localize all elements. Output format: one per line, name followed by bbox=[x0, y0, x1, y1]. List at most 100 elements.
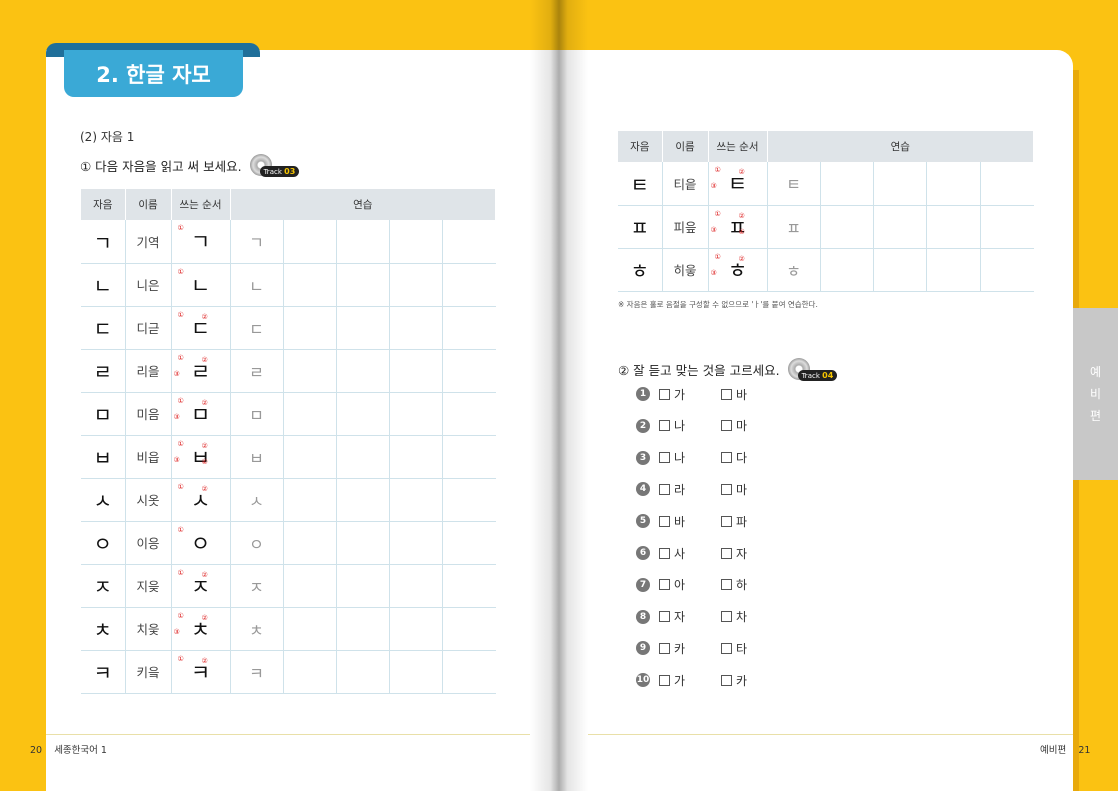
checkbox[interactable] bbox=[721, 515, 732, 527]
practice-cell[interactable] bbox=[283, 435, 337, 479]
practice-cell[interactable] bbox=[283, 564, 337, 608]
practice-cell[interactable] bbox=[873, 162, 928, 206]
practice-cell[interactable] bbox=[389, 263, 443, 307]
practice-cell[interactable] bbox=[442, 564, 496, 608]
practice-cell[interactable] bbox=[442, 478, 496, 522]
practice-cell[interactable] bbox=[389, 564, 443, 608]
practice-cell[interactable] bbox=[442, 650, 496, 694]
practice-cell[interactable] bbox=[283, 650, 337, 694]
practice-cell[interactable] bbox=[336, 392, 390, 436]
practice-cell[interactable] bbox=[442, 306, 496, 350]
quiz-option[interactable]: 차 bbox=[721, 608, 747, 625]
practice-cell[interactable] bbox=[389, 650, 443, 694]
checkbox[interactable] bbox=[721, 674, 732, 686]
practice-cell[interactable] bbox=[980, 162, 1034, 206]
quiz-option[interactable]: 하 bbox=[721, 576, 747, 593]
quiz-option[interactable]: 바 bbox=[659, 513, 685, 530]
practice-cell[interactable] bbox=[442, 521, 496, 565]
quiz-option[interactable]: 바 bbox=[721, 386, 747, 403]
practice-cell[interactable] bbox=[820, 205, 875, 249]
practice-cell[interactable] bbox=[926, 162, 981, 206]
practice-cell[interactable] bbox=[389, 435, 443, 479]
practice-cell[interactable] bbox=[283, 306, 337, 350]
quiz-option[interactable]: 라 bbox=[659, 481, 685, 498]
practice-cell[interactable] bbox=[820, 162, 875, 206]
practice-cell[interactable] bbox=[389, 349, 443, 393]
quiz-option[interactable]: 파 bbox=[721, 513, 747, 530]
quiz-option[interactable]: 나 bbox=[659, 449, 685, 466]
practice-cell[interactable] bbox=[389, 392, 443, 436]
quiz-option[interactable]: 카 bbox=[659, 640, 685, 657]
practice-cell[interactable] bbox=[389, 306, 443, 350]
checkbox[interactable] bbox=[659, 515, 670, 527]
checkbox[interactable] bbox=[721, 611, 732, 623]
practice-cell[interactable] bbox=[336, 607, 390, 651]
practice-cell[interactable] bbox=[389, 220, 443, 264]
practice-cell[interactable] bbox=[283, 392, 337, 436]
quiz-option[interactable]: 타 bbox=[721, 640, 747, 657]
checkbox[interactable] bbox=[721, 547, 732, 559]
checkbox[interactable] bbox=[721, 388, 732, 400]
quiz-option[interactable]: 가 bbox=[659, 672, 685, 689]
practice-cell[interactable] bbox=[442, 392, 496, 436]
checkbox[interactable] bbox=[659, 483, 670, 495]
checkbox[interactable] bbox=[721, 420, 732, 432]
checkbox[interactable] bbox=[659, 547, 670, 559]
practice-cell[interactable] bbox=[820, 248, 875, 292]
checkbox[interactable] bbox=[659, 452, 670, 464]
practice-cell[interactable] bbox=[283, 220, 337, 264]
practice-cell[interactable] bbox=[389, 607, 443, 651]
practice-cell[interactable] bbox=[283, 478, 337, 522]
quiz-option[interactable]: 가 bbox=[659, 386, 685, 403]
quiz-option[interactable]: 자 bbox=[721, 545, 747, 562]
practice-cell[interactable] bbox=[980, 248, 1034, 292]
practice-cell[interactable] bbox=[283, 263, 337, 307]
checkbox[interactable] bbox=[721, 452, 732, 464]
quiz-option[interactable]: 자 bbox=[659, 608, 685, 625]
quiz-option[interactable]: 마 bbox=[721, 417, 747, 434]
practice-cell[interactable] bbox=[873, 248, 928, 292]
practice-cell[interactable] bbox=[336, 564, 390, 608]
checkbox[interactable] bbox=[721, 483, 732, 495]
practice-cell[interactable] bbox=[336, 306, 390, 350]
practice-cell[interactable] bbox=[442, 263, 496, 307]
practice-cell[interactable] bbox=[336, 650, 390, 694]
checkbox[interactable] bbox=[659, 611, 670, 623]
quiz-option[interactable]: 아 bbox=[659, 576, 685, 593]
quiz-option[interactable]: 마 bbox=[721, 481, 747, 498]
checkbox[interactable] bbox=[659, 579, 670, 591]
practice-cell[interactable] bbox=[442, 220, 496, 264]
stroke-number-mark: ② bbox=[201, 441, 208, 450]
practice-cell[interactable] bbox=[442, 607, 496, 651]
track-04-badge[interactable]: Track 04 bbox=[787, 358, 838, 381]
practice-cell[interactable] bbox=[283, 349, 337, 393]
checkbox[interactable] bbox=[721, 579, 732, 591]
practice-cell[interactable] bbox=[926, 205, 981, 249]
practice-cell[interactable] bbox=[389, 478, 443, 522]
checkbox[interactable] bbox=[659, 388, 670, 400]
practice-cell[interactable] bbox=[442, 349, 496, 393]
practice-cell[interactable] bbox=[283, 521, 337, 565]
practice-cell[interactable] bbox=[442, 435, 496, 479]
quiz-option[interactable]: 카 bbox=[721, 672, 747, 689]
practice-cell[interactable] bbox=[980, 205, 1034, 249]
section-side-tab[interactable]: 예 비 편 bbox=[1073, 308, 1118, 480]
practice-cell[interactable] bbox=[336, 435, 390, 479]
checkbox[interactable] bbox=[659, 674, 670, 686]
practice-cell[interactable] bbox=[283, 607, 337, 651]
practice-cell[interactable] bbox=[926, 248, 981, 292]
quiz-option[interactable]: 사 bbox=[659, 545, 685, 562]
practice-cell[interactable] bbox=[389, 521, 443, 565]
checkbox[interactable] bbox=[659, 642, 670, 654]
practice-cell[interactable] bbox=[336, 478, 390, 522]
quiz-option[interactable]: 나 bbox=[659, 417, 685, 434]
practice-cell[interactable] bbox=[336, 349, 390, 393]
track-03-badge[interactable]: Track 03 bbox=[249, 154, 300, 177]
checkbox[interactable] bbox=[721, 642, 732, 654]
checkbox[interactable] bbox=[659, 420, 670, 432]
practice-cell[interactable] bbox=[873, 205, 928, 249]
practice-cell[interactable] bbox=[336, 521, 390, 565]
practice-cell[interactable] bbox=[336, 263, 390, 307]
quiz-option[interactable]: 다 bbox=[721, 449, 747, 466]
practice-cell[interactable] bbox=[336, 220, 390, 264]
